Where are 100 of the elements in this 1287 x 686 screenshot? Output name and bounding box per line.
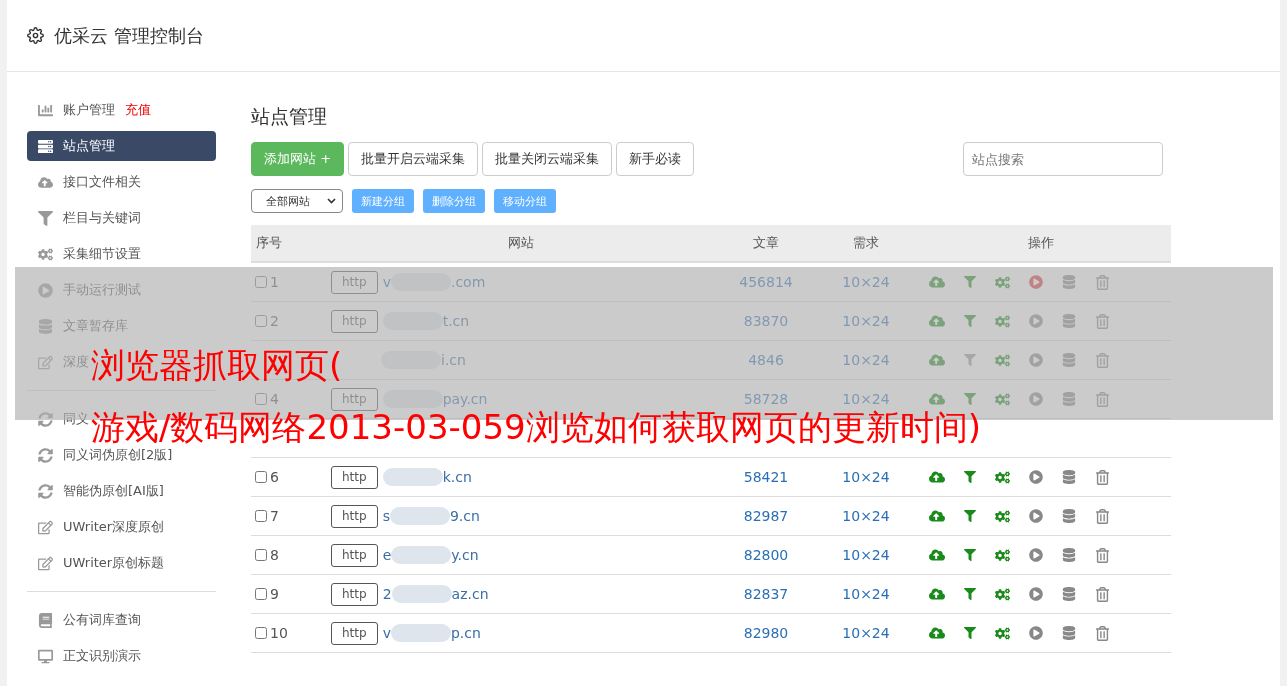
row-checkbox[interactable] — [255, 471, 267, 483]
column-header: 网站 — [507, 234, 535, 252]
demand-value: 10×24 — [841, 625, 891, 641]
site-url: pay.cn — [442, 391, 488, 407]
sidebar-item[interactable]: 接口文件相关 — [27, 167, 145, 197]
play-icon — [38, 282, 53, 298]
article-count: 82987 — [742, 508, 790, 524]
database-icon[interactable] — [1062, 509, 1076, 523]
sidebar-item[interactable]: 栏目与关键词 — [27, 203, 145, 233]
sidebar-item[interactable]: 采集细节设置 — [27, 239, 145, 269]
row-checkbox[interactable] — [255, 276, 267, 288]
article-count: 58728 — [742, 391, 790, 407]
scheme-button[interactable]: http — [331, 582, 378, 606]
sidebar-label: 公有词库查询 — [63, 611, 141, 629]
row-checkbox[interactable] — [255, 393, 267, 405]
site-url: 9.cn — [449, 508, 480, 524]
play-icon[interactable] — [1029, 626, 1043, 640]
database-icon[interactable] — [1062, 587, 1076, 601]
cloud-upload-icon[interactable] — [929, 586, 945, 602]
article-count: 82837 — [742, 586, 790, 602]
site-url: .com — [450, 274, 486, 290]
article-count: 58421 — [742, 469, 790, 485]
trash-icon[interactable] — [1095, 625, 1110, 641]
row-checkbox[interactable] — [255, 549, 267, 561]
toolbar-button[interactable]: 新手必读 — [616, 142, 695, 176]
recharge-link[interactable]: 充值 — [125, 101, 151, 119]
cloud-upload-icon[interactable] — [929, 469, 945, 485]
blurred-text — [391, 546, 452, 564]
play-icon[interactable] — [1029, 509, 1043, 523]
sidebar-label: 站点管理 — [63, 137, 115, 155]
filter-icon[interactable] — [964, 549, 976, 561]
toolbar-button[interactable]: 批量关闭云端采集 — [482, 142, 613, 176]
site-url: az.cn — [451, 586, 489, 602]
row-checkbox[interactable] — [255, 315, 267, 327]
gears-icon[interactable] — [995, 469, 1010, 485]
row-checkbox[interactable] — [255, 627, 267, 639]
scheme-button[interactable]: http — [331, 621, 378, 645]
blurred-text — [389, 507, 450, 525]
toolbar-button[interactable]: 批量开启云端采集 — [348, 142, 479, 176]
page-title: 站点管理 — [251, 104, 328, 129]
gears-icon — [38, 246, 53, 262]
site-url: i.cn — [441, 352, 466, 368]
bar-chart-icon — [38, 102, 53, 118]
gears-icon[interactable] — [995, 586, 1010, 602]
database-icon[interactable] — [1062, 470, 1076, 484]
filter-icon[interactable] — [964, 471, 976, 483]
play-icon[interactable] — [1029, 470, 1043, 484]
demand-value: 10×24 — [841, 508, 891, 524]
refresh-icon — [38, 411, 53, 427]
filter-icon[interactable] — [964, 510, 976, 522]
cloud-upload-icon[interactable] — [929, 547, 945, 563]
blurred-text — [391, 585, 452, 603]
gears-icon[interactable] — [995, 547, 1010, 563]
row-index: 4 — [270, 391, 279, 407]
row-index: 1 — [270, 274, 279, 290]
sidebar-item[interactable]: UWriter深度原创 — [27, 512, 169, 542]
database-icon[interactable] — [1062, 548, 1076, 562]
scheme-button[interactable]: http — [331, 543, 378, 567]
gears-icon[interactable] — [995, 508, 1010, 524]
overlay-title: 浏览器抓取网页( — [91, 348, 343, 382]
filter-icon[interactable] — [964, 627, 976, 639]
row-checkbox[interactable] — [255, 510, 267, 522]
sidebar-item[interactable]: 正文识别演示 — [27, 641, 145, 671]
filter-icon[interactable] — [964, 588, 976, 600]
database-icon[interactable] — [1062, 626, 1076, 640]
blurred-text — [382, 468, 443, 486]
play-icon[interactable] — [1029, 587, 1043, 601]
filter-icon — [38, 210, 53, 226]
gears-icon[interactable] — [995, 625, 1010, 641]
play-icon[interactable] — [1029, 548, 1043, 562]
sidebar-item[interactable]: 智能伪原创[AI版] — [27, 476, 168, 506]
sidebar-item[interactable]: 公有词库查询 — [27, 605, 145, 635]
row-index: 6 — [270, 469, 279, 485]
row-index: 2 — [270, 313, 279, 329]
trash-icon[interactable] — [1095, 469, 1110, 485]
overlay-title: 游戏/数码网络2013-03-059浏览如何获取网页的更新时间) — [91, 410, 981, 444]
scheme-button[interactable]: http — [331, 465, 378, 489]
trash-icon[interactable] — [1095, 547, 1110, 563]
sidebar-item[interactable]: UWriter原创标题 — [27, 548, 169, 578]
sidebar-item[interactable]: 账户管理 充值 — [27, 95, 155, 125]
article-count: 82980 — [742, 625, 790, 641]
scheme-button[interactable]: http — [331, 504, 378, 528]
sidebar-item[interactable]: 站点管理 — [27, 131, 216, 161]
sidebar-label: UWriter深度原创 — [63, 518, 165, 536]
sidebar-label: 正文识别演示 — [63, 647, 141, 665]
cloud-upload-icon[interactable] — [929, 508, 945, 524]
trash-icon[interactable] — [1095, 586, 1110, 602]
cloud-upload-icon[interactable] — [929, 625, 945, 641]
play-icon[interactable] — [1029, 275, 1043, 289]
row-index: 8 — [270, 547, 279, 563]
search-field[interactable]: 站点搜索 — [963, 142, 1163, 176]
site-url-start: s — [382, 508, 390, 524]
sidebar-label: 智能伪原创[AI版] — [63, 482, 164, 500]
trash-icon[interactable] — [1095, 508, 1110, 524]
column-header: 操作 — [1027, 234, 1055, 252]
cloud-upload-icon — [38, 174, 53, 190]
row-checkbox[interactable] — [255, 588, 267, 600]
group-select[interactable]: 全部网站 — [251, 189, 343, 213]
monitor-icon — [38, 648, 53, 664]
demand-value: 10×24 — [841, 391, 891, 407]
